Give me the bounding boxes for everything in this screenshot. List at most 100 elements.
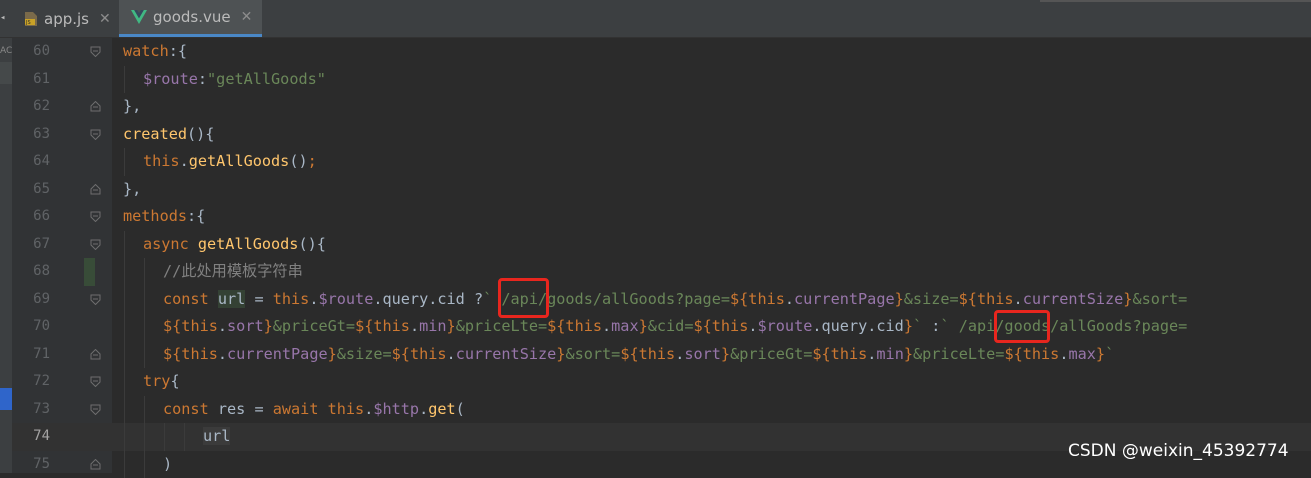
indent-guide — [144, 341, 145, 369]
code-text[interactable]: async getAllGoods(){ — [143, 231, 326, 258]
code-token: ${ — [812, 345, 830, 363]
code-token: this — [410, 345, 447, 363]
close-tab-icon[interactable]: ✕ — [99, 11, 111, 27]
fold-end-icon[interactable] — [90, 101, 101, 112]
code-token: } — [904, 345, 913, 363]
code-token: sort — [684, 345, 721, 363]
line-number[interactable]: 60 — [12, 38, 50, 65]
code-text[interactable]: $route:"getAllGoods" — [143, 66, 326, 93]
code-text[interactable]: created(){ — [123, 121, 214, 148]
tool-window-label[interactable]: AC — [0, 46, 12, 58]
line-number[interactable]: 73 — [12, 396, 50, 423]
line-number[interactable]: 61 — [12, 66, 50, 93]
fold-collapse-icon[interactable] — [90, 129, 101, 140]
fold-end-icon[interactable] — [90, 349, 101, 360]
line-number[interactable]: 64 — [12, 148, 50, 175]
code-token: this — [181, 317, 218, 335]
code-text[interactable]: const res = await this.$http.get( — [163, 396, 465, 423]
highlight-box — [994, 310, 1050, 343]
code-token: &cid= — [648, 317, 694, 335]
code-token: async — [143, 235, 198, 253]
code-line[interactable]: 67 async getAllGoods(){ — [12, 231, 1311, 259]
tab-overflow-icon[interactable]: ◂ — [0, 12, 8, 24]
code-token: ` — [913, 317, 931, 335]
tool-window-marker-active — [0, 388, 12, 410]
line-number[interactable]: 75 — [12, 451, 50, 478]
code-text[interactable]: ${this.currentPage}&size=${this.currentS… — [163, 341, 1114, 368]
code-token: currentSize — [456, 345, 557, 363]
close-tab-icon[interactable]: ✕ — [241, 9, 253, 25]
code-token: ; — [308, 152, 317, 170]
fold-collapse-icon[interactable] — [90, 239, 101, 250]
code-line[interactable]: 70${this.sort}&priceGt=${this.min}&price… — [12, 313, 1311, 341]
line-number[interactable]: 72 — [12, 368, 50, 395]
code-text[interactable]: try{ — [143, 368, 180, 395]
line-number[interactable]: 69 — [12, 286, 50, 313]
code-line[interactable]: 63 created(){ — [12, 121, 1311, 149]
fold-collapse-icon[interactable] — [90, 404, 101, 415]
code-token: } — [639, 317, 648, 335]
js-file-icon: JS — [24, 11, 38, 27]
vcs-change-marker[interactable] — [84, 258, 95, 286]
code-token: ` — [1105, 345, 1114, 363]
line-number[interactable]: 67 — [12, 231, 50, 258]
fold-collapse-icon[interactable] — [90, 211, 101, 222]
code-token: this — [181, 345, 218, 363]
code-token: this — [273, 290, 310, 308]
code-token: this — [831, 345, 868, 363]
code-token: this — [712, 317, 749, 335]
code-line[interactable]: 71${this.currentPage}&size=${this.curren… — [12, 341, 1311, 369]
code-text[interactable]: const url = this.$route.query.cid ?` /ap… — [163, 286, 1187, 313]
fold-collapse-icon[interactable] — [90, 376, 101, 387]
code-line[interactable]: 61 $route:"getAllGoods" — [12, 66, 1311, 94]
fold-end-icon[interactable] — [90, 459, 101, 470]
line-number[interactable]: 63 — [12, 121, 50, 148]
code-text[interactable]: ) — [163, 451, 172, 478]
indent-guide — [124, 258, 125, 286]
code-line[interactable]: 72 try{ — [12, 368, 1311, 396]
code-token: } — [328, 345, 337, 363]
code-token: { — [170, 372, 179, 390]
fold-collapse-icon[interactable] — [90, 294, 101, 305]
code-line[interactable]: 60 watch:{ — [12, 38, 1311, 66]
code-line[interactable]: 73 const res = await this.$http.get( — [12, 396, 1311, 424]
code-text[interactable]: url — [203, 423, 230, 450]
code-token: ${ — [693, 317, 711, 335]
fold-collapse-icon[interactable] — [90, 46, 101, 57]
line-number[interactable]: 70 — [12, 313, 50, 340]
code-token: max — [611, 317, 638, 335]
tab-goods-vue[interactable]: goods.vue ✕ — [119, 0, 262, 37]
line-number[interactable]: 62 — [12, 93, 50, 120]
code-token: currentSize — [1023, 290, 1124, 308]
indent-guide — [124, 286, 125, 314]
line-number[interactable]: 71 — [12, 341, 50, 368]
code-token: $route — [758, 317, 813, 335]
line-number[interactable]: 66 — [12, 203, 50, 230]
indent-guide — [144, 396, 145, 424]
code-line[interactable]: 66 methods:{ — [12, 203, 1311, 231]
code-token: } — [721, 345, 730, 363]
indent-guide — [124, 423, 125, 451]
code-line[interactable]: 68 //此处用模板字符串 — [12, 258, 1311, 286]
tabbar-divider — [1040, 0, 1311, 2]
code-text[interactable]: //此处用模板字符串 — [163, 258, 303, 285]
code-line[interactable]: 62}, — [12, 93, 1311, 121]
code-token: &size= — [337, 345, 392, 363]
code-line[interactable]: 65}, — [12, 176, 1311, 204]
code-text[interactable]: methods:{ — [123, 203, 205, 230]
code-token: . — [1014, 290, 1023, 308]
line-number[interactable]: 65 — [12, 176, 50, 203]
line-number[interactable]: 68 — [12, 258, 50, 285]
code-token: .query.cid — [812, 317, 903, 335]
code-text[interactable]: this.getAllGoods(); — [143, 148, 317, 175]
code-line[interactable]: 64 this.getAllGoods(); — [12, 148, 1311, 176]
code-token: } — [904, 317, 913, 335]
tab-app-js[interactable]: JS app.js ✕ — [10, 0, 118, 37]
fold-end-icon[interactable] — [90, 184, 101, 195]
code-text[interactable]: watch:{ — [123, 38, 187, 65]
indent-guide — [124, 66, 125, 94]
code-text[interactable]: }, — [123, 93, 141, 120]
code-text[interactable]: }, — [123, 176, 141, 203]
line-number[interactable]: 74 — [12, 423, 50, 450]
code-line[interactable]: 69 const url = this.$route.query.cid ?` /… — [12, 286, 1311, 314]
